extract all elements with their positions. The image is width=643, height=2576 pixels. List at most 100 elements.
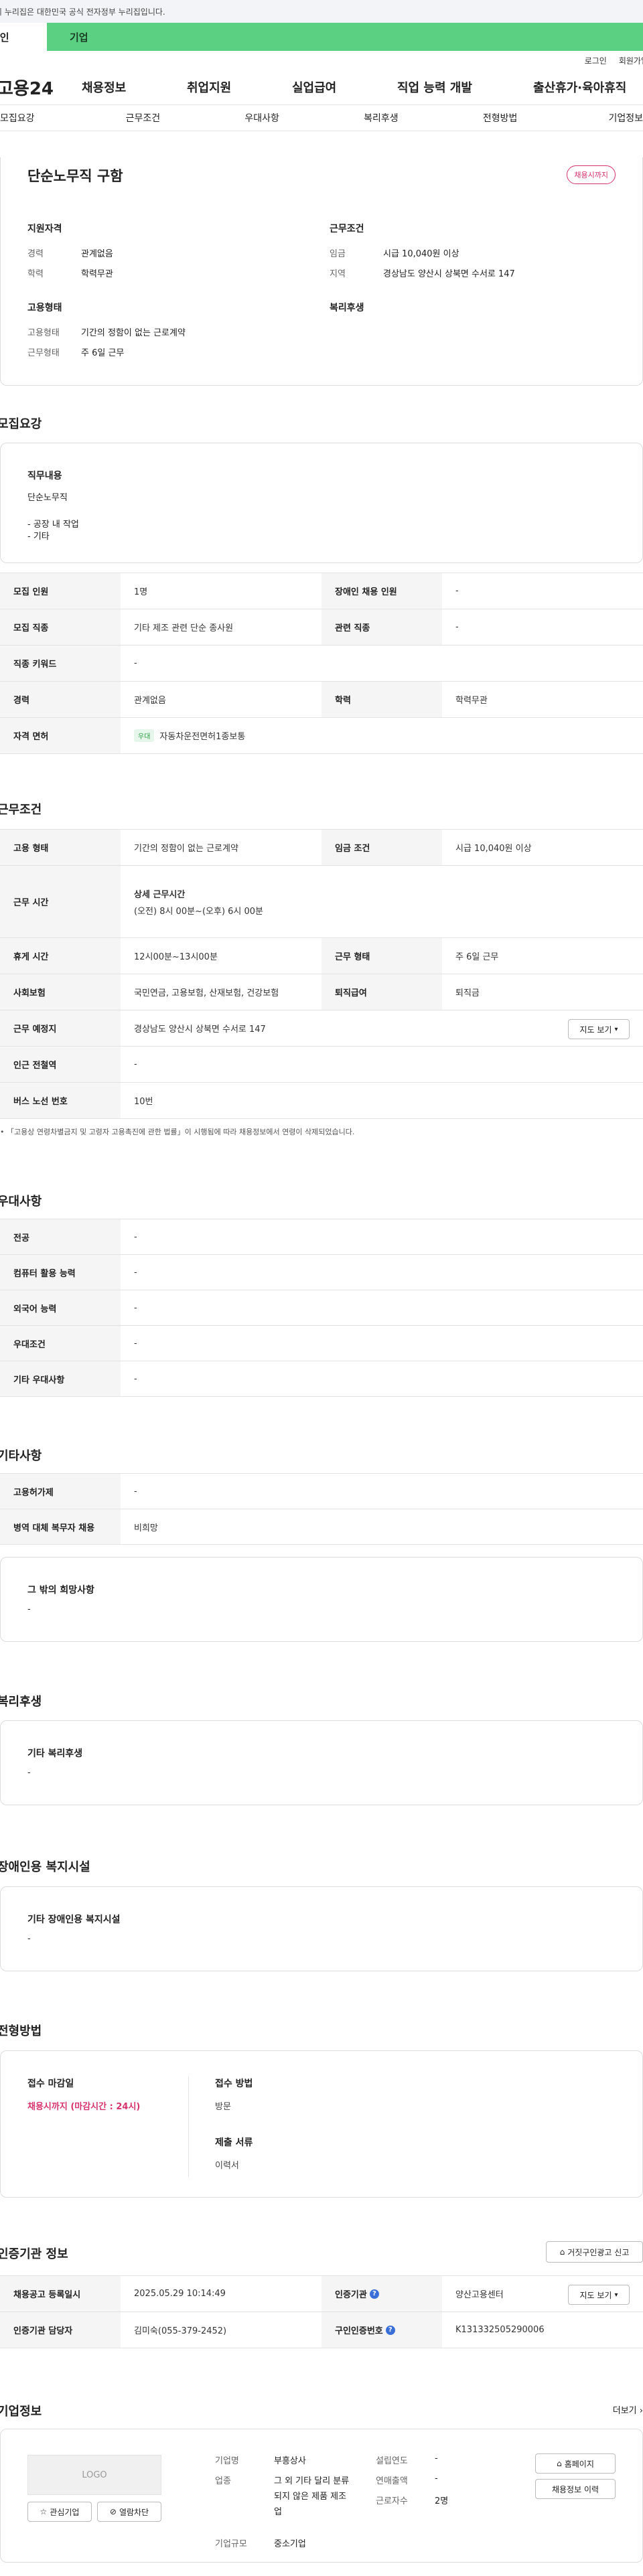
- form-row-label: 근무 형태: [322, 938, 442, 974]
- subtab-work-conditions[interactable]: 근무조건: [83, 111, 202, 125]
- gnb-parental-leave[interactable]: 출산휴가·육아휴직: [533, 78, 626, 96]
- gnb-vocational-training[interactable]: 직업 능력 개발: [397, 78, 533, 96]
- gov-notice-bar: 이 누리집은 대한민국 공식 전자정부 누리집입니다.: [0, 0, 643, 23]
- map-view-button[interactable]: 지도 보기 ▾: [568, 1019, 630, 1039]
- job-history-label: 채용정보 이력: [551, 2484, 599, 2494]
- chevron-down-icon: ▾: [614, 1025, 618, 1033]
- manager-label: 인증기관 담당자: [0, 2312, 121, 2348]
- staff-label: 근로자수: [376, 2496, 408, 2506]
- major-label: 전공: [0, 1219, 121, 1254]
- etc-table: 고용허가제 - 병역 대체 복무자 채용 비희망: [0, 1473, 643, 1545]
- table-row: 근무 시간 상세 근무시간 (오전) 8시 00분~(오후) 6시 00분: [0, 866, 643, 938]
- wish-card: 그 밖의 희망사항 -: [0, 1557, 643, 1642]
- subtab-selection[interactable]: 전형방법: [441, 111, 560, 125]
- cert-org-label-cell: 인증기관 ?: [322, 2276, 442, 2312]
- company-size-label: 기업규모: [215, 2539, 247, 2549]
- interest-company-label: 관심기업: [50, 2507, 80, 2517]
- disabled-count-label: 장애인 채용 인원: [322, 573, 442, 609]
- company-logo-text: LOGO: [82, 2470, 107, 2480]
- insurance-row-value: 국민연금, 고용보험, 산재보험, 건강보험: [134, 988, 279, 998]
- edu-label: 학력: [27, 269, 44, 279]
- info-icon[interactable]: ?: [385, 2325, 395, 2335]
- false-ad-report-button[interactable]: ⌂ 거짓구인광고 신고: [546, 2241, 643, 2263]
- method-title: 접수 방법: [215, 2078, 253, 2089]
- block-view-button[interactable]: ⊘ 열람차단: [97, 2502, 161, 2522]
- job-keyword-label: 직종 키워드: [0, 646, 121, 681]
- table-row: 사회보험 국민연금, 고용보험, 산재보험, 건강보험 퇴직급여 퇴직금: [0, 974, 643, 1010]
- subtab-welfare[interactable]: 복리후생: [322, 111, 441, 125]
- table-row: 외국어 능력 -: [0, 1290, 643, 1326]
- info-icon[interactable]: ?: [369, 2289, 379, 2299]
- interest-company-button[interactable]: ☆ 관심기업: [27, 2502, 92, 2522]
- cert-section-title: 인증기관 정보: [0, 2247, 68, 2261]
- related-job-value: -: [455, 622, 459, 632]
- gnb-unemployment-benefit[interactable]: 실업급여: [292, 78, 397, 96]
- job-title: 단순노무직 구함: [27, 168, 123, 184]
- gov-notice: 이 누리집은 대한민국 공식 전자정부 누리집입니다.: [0, 7, 165, 17]
- recruit-section-title: 모집요강: [0, 417, 42, 431]
- form-row-value: 주 6일 근무: [455, 952, 499, 962]
- computer-skill-value: -: [134, 1267, 137, 1278]
- tab-business[interactable]: 기업: [47, 23, 643, 51]
- gnb-employment-support[interactable]: 취업지원: [187, 78, 292, 96]
- tab-individual-label: 개인: [0, 31, 9, 44]
- company-section-title: 기업정보: [0, 2405, 42, 2419]
- welfare-title: 복리후생: [330, 303, 364, 313]
- table-row: 우대조건 -: [0, 1326, 643, 1361]
- place-row-value: 경상남도 양산시 상북면 수서로 147: [134, 1025, 266, 1035]
- subway-row-label: 인근 전철역: [0, 1047, 121, 1082]
- table-row: 기타 우대사항 -: [0, 1361, 643, 1397]
- table-row: 근무 예정지 경상남도 양산시 상북면 수서로 147 지도 보기 ▾: [0, 1010, 643, 1047]
- place-row-label: 근무 예정지: [0, 1010, 121, 1046]
- tab-individual[interactable]: 개인: [0, 23, 47, 51]
- reg-date-label: 채용공고 등록일시: [0, 2276, 121, 2312]
- computer-skill-label: 컴퓨터 활용 능력: [0, 1255, 121, 1290]
- edu-row-value: 학력무관: [455, 696, 488, 706]
- homepage-button[interactable]: ⌂ 홈페이지: [535, 2453, 616, 2474]
- recruit-count-label: 모집 인원: [0, 573, 121, 609]
- career-row-label: 경력: [0, 682, 121, 717]
- sales-label: 연매출액: [376, 2476, 408, 2486]
- table-row: 직종 키워드 -: [0, 646, 643, 682]
- severance-row-value: 퇴직금: [455, 988, 480, 998]
- reg-date-value: 2025.05.29 10:14:49: [134, 2289, 226, 2299]
- disab-card: 기타 장애인용 복지시설 -: [0, 1886, 643, 1971]
- subtab-company[interactable]: 기업정보: [560, 111, 643, 125]
- emp-title: 고용형태: [27, 303, 62, 313]
- license-label: 자격 면허: [0, 718, 121, 753]
- subtab-recruit[interactable]: 모집요강: [0, 111, 83, 125]
- join-link[interactable]: 회원가입: [619, 55, 643, 66]
- company-more-label: 더보기: [612, 2406, 637, 2416]
- break-row-value: 12시00분~13시00분: [134, 952, 218, 962]
- break-row-label: 휴게 시간: [0, 938, 121, 974]
- language-value: -: [134, 1302, 137, 1313]
- subtab-preferences[interactable]: 우대사항: [202, 111, 322, 125]
- disab-card-value: -: [27, 1934, 31, 1944]
- table-row: 모집 인원 1명 장애인 채용 인원 -: [0, 573, 643, 609]
- disab-section-title: 장애인용 복지시설: [0, 1860, 90, 1874]
- map-view-label: 지도 보기: [579, 1025, 612, 1035]
- login-link[interactable]: 로그인: [585, 55, 607, 66]
- staff-value: 2명: [435, 2496, 449, 2506]
- wage-label: 임금: [330, 249, 346, 259]
- auth-label-cell: 구인인증번호 ?: [322, 2312, 442, 2348]
- bullet-icon: •: [0, 1128, 5, 1136]
- duty-line-3: - 공장 내 작업: [27, 520, 79, 530]
- selection-section-title: 전형방법: [0, 2024, 42, 2038]
- gnb-jobs[interactable]: 채용정보: [82, 78, 187, 96]
- language-label: 외국어 능력: [0, 1290, 121, 1325]
- major-value: -: [134, 1231, 137, 1242]
- block-icon: ⊘: [109, 2507, 117, 2516]
- job-history-button[interactable]: 채용정보 이력: [535, 2479, 616, 2499]
- founded-label: 설립연도: [376, 2456, 408, 2466]
- cert-map-button[interactable]: 지도 보기 ▾: [568, 2285, 630, 2305]
- pref-condition-value: -: [134, 1338, 137, 1349]
- site-logo[interactable]: 고용24: [0, 75, 82, 100]
- cert-map-label: 지도 보기: [579, 2290, 612, 2300]
- company-more-link[interactable]: 더보기 ›: [613, 2403, 643, 2416]
- company-name-value: 부흥상사: [274, 2456, 306, 2466]
- disab-card-title: 기타 장애인용 복지시설: [27, 1914, 121, 1925]
- table-row: 휴게 시간 12시00분~13시00분 근무 형태 주 6일 근무: [0, 938, 643, 974]
- deadline-badge: 채용시까지: [567, 165, 616, 184]
- emp-type-label: 고용형태: [27, 328, 60, 338]
